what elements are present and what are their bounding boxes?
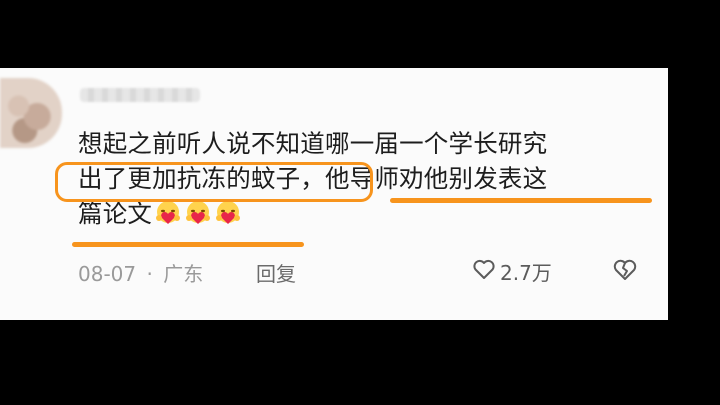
reply-button[interactable]: 回复 [256, 258, 296, 287]
dislike-button[interactable] [612, 258, 638, 286]
emoji-heart-hug-icon [214, 200, 242, 226]
meta-separator: · [146, 262, 153, 286]
heart-outline-icon [472, 258, 496, 285]
broken-heart-icon [612, 259, 638, 286]
emoji-heart-hug-icon [154, 200, 182, 226]
orange-underline-1 [390, 198, 652, 203]
orange-highlight-box [55, 162, 373, 202]
avatar[interactable] [0, 78, 62, 148]
comment-date: 08-07 [78, 262, 137, 286]
like-button[interactable]: 2.7万 [472, 257, 552, 286]
emoji-heart-hug-icon [184, 200, 212, 226]
comment-meta: 08-07 · 广东 [78, 258, 203, 287]
like-count: 2.7万 [500, 261, 552, 285]
orange-underline-2 [72, 242, 304, 247]
username-blurred[interactable]: ██████ [80, 88, 200, 102]
comment-location: 广东 [163, 262, 204, 286]
comment-line-1: 想起之前听人说不知道哪一届一个学长研究 [78, 129, 548, 158]
comment-line-3-text: 篇论文 [78, 199, 153, 228]
